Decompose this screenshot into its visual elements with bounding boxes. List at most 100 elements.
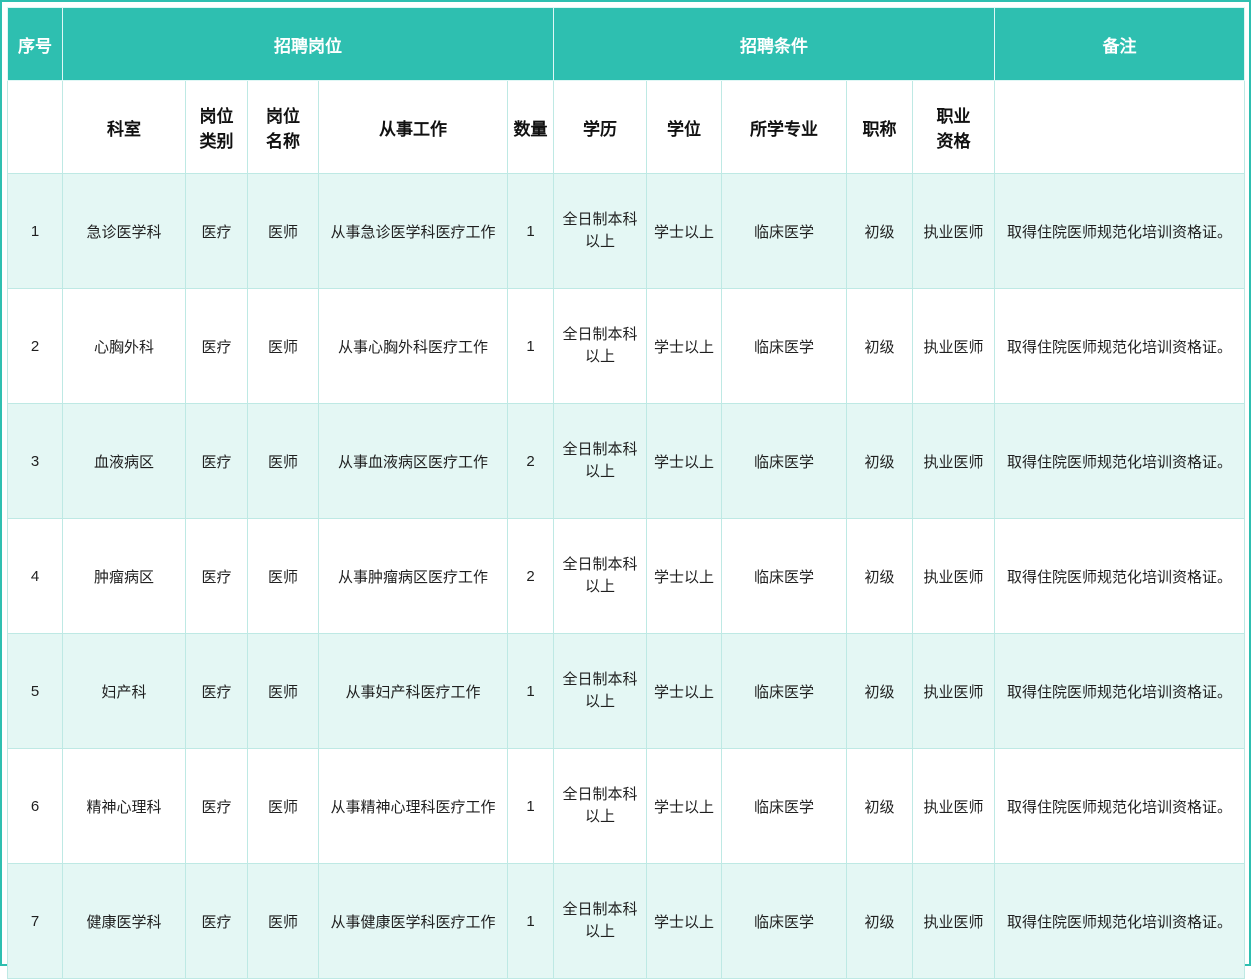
subheader-degree: 学位 bbox=[647, 81, 722, 174]
cell-work: 从事心胸外科医疗工作 bbox=[319, 289, 508, 404]
recruitment-table: 序号 招聘岗位 招聘条件 备注 科室 岗位类别 岗位名称 从事工作 数量 学历 … bbox=[7, 7, 1245, 979]
cell-work: 从事肿瘤病区医疗工作 bbox=[319, 519, 508, 634]
header-remark: 备注 bbox=[995, 8, 1245, 81]
cell-work: 从事妇产科医疗工作 bbox=[319, 634, 508, 749]
cell-title: 医师 bbox=[248, 864, 319, 979]
cell-dept: 急诊医学科 bbox=[63, 174, 186, 289]
cell-major: 临床医学 bbox=[722, 174, 847, 289]
cell-rank: 初级 bbox=[847, 404, 913, 519]
table-row: 2 心胸外科 医疗 医师 从事心胸外科医疗工作 1 全日制本科以上 学士以上 临… bbox=[8, 289, 1245, 404]
cell-category: 医疗 bbox=[186, 864, 248, 979]
cell-rank: 初级 bbox=[847, 289, 913, 404]
cell-no: 4 bbox=[8, 519, 63, 634]
cell-degree: 学士以上 bbox=[647, 864, 722, 979]
subheader-major: 所学专业 bbox=[722, 81, 847, 174]
cell-rank: 初级 bbox=[847, 519, 913, 634]
cell-category: 医疗 bbox=[186, 634, 248, 749]
cell-work: 从事急诊医学科医疗工作 bbox=[319, 174, 508, 289]
header-sub-row: 科室 岗位类别 岗位名称 从事工作 数量 学历 学位 所学专业 职称 职业资格 bbox=[8, 81, 1245, 174]
cell-title: 医师 bbox=[248, 289, 319, 404]
cell-dept: 精神心理科 bbox=[63, 749, 186, 864]
subheader-empty-index bbox=[8, 81, 63, 174]
table-row: 3 血液病区 医疗 医师 从事血液病区医疗工作 2 全日制本科以上 学士以上 临… bbox=[8, 404, 1245, 519]
cell-category: 医疗 bbox=[186, 404, 248, 519]
cell-category: 医疗 bbox=[186, 519, 248, 634]
subheader-education: 学历 bbox=[554, 81, 647, 174]
cell-category: 医疗 bbox=[186, 749, 248, 864]
subheader-empty-remark bbox=[995, 81, 1245, 174]
cell-remark: 取得住院医师规范化培训资格证。 bbox=[995, 864, 1245, 979]
header-group-condition: 招聘条件 bbox=[554, 8, 995, 81]
cell-education: 全日制本科以上 bbox=[554, 864, 647, 979]
cell-title: 医师 bbox=[248, 634, 319, 749]
subheader-dept: 科室 bbox=[63, 81, 186, 174]
cell-education: 全日制本科以上 bbox=[554, 289, 647, 404]
cell-remark: 取得住院医师规范化培训资格证。 bbox=[995, 634, 1245, 749]
cell-major: 临床医学 bbox=[722, 289, 847, 404]
cell-major: 临床医学 bbox=[722, 634, 847, 749]
header-group-position: 招聘岗位 bbox=[63, 8, 554, 81]
cell-count: 2 bbox=[508, 404, 554, 519]
cell-qual: 执业医师 bbox=[913, 289, 995, 404]
cell-major: 临床医学 bbox=[722, 749, 847, 864]
cell-dept: 健康医学科 bbox=[63, 864, 186, 979]
cell-major: 临床医学 bbox=[722, 404, 847, 519]
cell-qual: 执业医师 bbox=[913, 864, 995, 979]
cell-education: 全日制本科以上 bbox=[554, 749, 647, 864]
cell-degree: 学士以上 bbox=[647, 174, 722, 289]
cell-remark: 取得住院医师规范化培训资格证。 bbox=[995, 174, 1245, 289]
cell-qual: 执业医师 bbox=[913, 404, 995, 519]
cell-qual: 执业医师 bbox=[913, 519, 995, 634]
cell-remark: 取得住院医师规范化培训资格证。 bbox=[995, 404, 1245, 519]
cell-qual: 执业医师 bbox=[913, 174, 995, 289]
cell-count: 2 bbox=[508, 519, 554, 634]
cell-category: 医疗 bbox=[186, 174, 248, 289]
header-index: 序号 bbox=[8, 8, 63, 81]
subheader-title: 岗位名称 bbox=[248, 81, 319, 174]
cell-degree: 学士以上 bbox=[647, 749, 722, 864]
cell-dept: 妇产科 bbox=[63, 634, 186, 749]
cell-remark: 取得住院医师规范化培训资格证。 bbox=[995, 519, 1245, 634]
cell-rank: 初级 bbox=[847, 864, 913, 979]
cell-no: 1 bbox=[8, 174, 63, 289]
cell-education: 全日制本科以上 bbox=[554, 404, 647, 519]
cell-qual: 执业医师 bbox=[913, 749, 995, 864]
header-group-row: 序号 招聘岗位 招聘条件 备注 bbox=[8, 8, 1245, 81]
cell-rank: 初级 bbox=[847, 634, 913, 749]
subheader-rank: 职称 bbox=[847, 81, 913, 174]
cell-no: 6 bbox=[8, 749, 63, 864]
table-row: 1 急诊医学科 医疗 医师 从事急诊医学科医疗工作 1 全日制本科以上 学士以上… bbox=[8, 174, 1245, 289]
table-row: 5 妇产科 医疗 医师 从事妇产科医疗工作 1 全日制本科以上 学士以上 临床医… bbox=[8, 634, 1245, 749]
table-row: 4 肿瘤病区 医疗 医师 从事肿瘤病区医疗工作 2 全日制本科以上 学士以上 临… bbox=[8, 519, 1245, 634]
cell-no: 7 bbox=[8, 864, 63, 979]
cell-count: 1 bbox=[508, 289, 554, 404]
cell-degree: 学士以上 bbox=[647, 289, 722, 404]
cell-title: 医师 bbox=[248, 404, 319, 519]
cell-category: 医疗 bbox=[186, 289, 248, 404]
cell-work: 从事健康医学科医疗工作 bbox=[319, 864, 508, 979]
cell-count: 1 bbox=[508, 864, 554, 979]
cell-dept: 心胸外科 bbox=[63, 289, 186, 404]
subheader-work: 从事工作 bbox=[319, 81, 508, 174]
cell-title: 医师 bbox=[248, 519, 319, 634]
cell-no: 5 bbox=[8, 634, 63, 749]
cell-dept: 肿瘤病区 bbox=[63, 519, 186, 634]
cell-title: 医师 bbox=[248, 749, 319, 864]
cell-education: 全日制本科以上 bbox=[554, 174, 647, 289]
cell-rank: 初级 bbox=[847, 174, 913, 289]
table-row: 6 精神心理科 医疗 医师 从事精神心理科医疗工作 1 全日制本科以上 学士以上… bbox=[8, 749, 1245, 864]
cell-remark: 取得住院医师规范化培训资格证。 bbox=[995, 289, 1245, 404]
cell-work: 从事精神心理科医疗工作 bbox=[319, 749, 508, 864]
cell-count: 1 bbox=[508, 749, 554, 864]
cell-count: 1 bbox=[508, 174, 554, 289]
subheader-qual: 职业资格 bbox=[913, 81, 995, 174]
cell-dept: 血液病区 bbox=[63, 404, 186, 519]
subheader-count: 数量 bbox=[508, 81, 554, 174]
cell-work: 从事血液病区医疗工作 bbox=[319, 404, 508, 519]
cell-education: 全日制本科以上 bbox=[554, 519, 647, 634]
cell-rank: 初级 bbox=[847, 749, 913, 864]
cell-major: 临床医学 bbox=[722, 864, 847, 979]
table-row: 7 健康医学科 医疗 医师 从事健康医学科医疗工作 1 全日制本科以上 学士以上… bbox=[8, 864, 1245, 979]
cell-degree: 学士以上 bbox=[647, 519, 722, 634]
cell-major: 临床医学 bbox=[722, 519, 847, 634]
